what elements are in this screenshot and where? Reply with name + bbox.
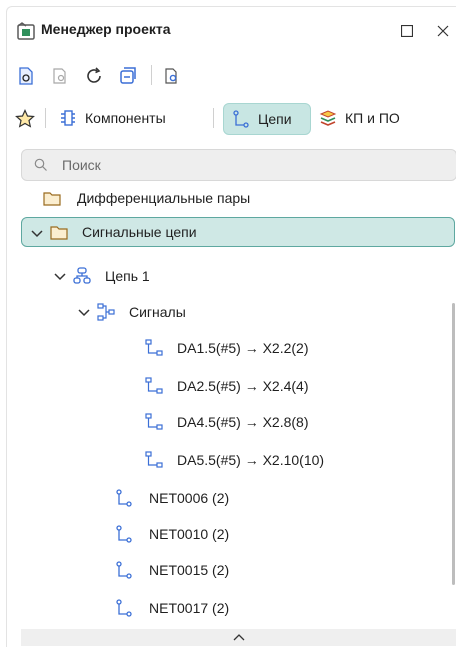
tree-item-label: NET0006 (2) <box>149 490 230 506</box>
tab-label: Компоненты <box>85 110 166 126</box>
tree-item-signal[interactable]: DA1.5(#5) → X2.2(2) <box>21 333 455 363</box>
tree-item-signal[interactable]: DA5.5(#5) → X2.10(10) <box>21 445 455 475</box>
tab-pads-vias[interactable]: КП и ПО <box>319 103 400 133</box>
chevron-down-icon[interactable] <box>28 224 46 242</box>
tree-item-label: DA4.5(#5) → X2.8(8) <box>177 414 309 430</box>
tab-divider <box>213 108 214 128</box>
star-icon[interactable] <box>15 109 35 129</box>
tree-item-label: DA5.5(#5) → X2.10(10) <box>177 452 325 468</box>
component-icon <box>61 110 75 126</box>
net-line-icon <box>116 525 132 543</box>
search-input[interactable]: Поиск <box>21 149 456 181</box>
tree-item-label: NET0017 (2) <box>149 600 230 616</box>
connection-icon <box>145 451 163 468</box>
tree-item-label: DA2.5(#5) → X2.4(4) <box>177 378 309 394</box>
tree-item-diff-pairs[interactable]: Дифференциальные пары <box>21 183 455 213</box>
toolbar <box>7 59 456 91</box>
net-line-icon <box>116 561 132 579</box>
chevron-down-icon[interactable] <box>51 267 69 285</box>
scroll-up-bar[interactable] <box>21 629 456 646</box>
tree-item-signal[interactable]: DA4.5(#5) → X2.8(8) <box>21 407 455 437</box>
find-icon[interactable] <box>163 67 181 85</box>
net-icon <box>233 110 249 128</box>
tree-item-chain-1[interactable]: Цепь 1 <box>21 261 455 291</box>
tree-item-label: Сигналы <box>129 304 186 320</box>
connection-icon <box>145 339 163 356</box>
search-placeholder: Поиск <box>62 157 101 173</box>
tree-item-signal[interactable]: DA2.5(#5) → X2.4(4) <box>21 371 455 401</box>
scroll-up-icon <box>233 634 245 641</box>
connection-icon <box>145 377 163 394</box>
tree-item-label: NET0015 (2) <box>149 562 230 578</box>
search-doc-icon[interactable] <box>51 67 69 85</box>
close-button[interactable] <box>431 19 455 43</box>
tree-item-label: Цепь 1 <box>105 268 150 284</box>
project-manager-icon <box>17 22 35 40</box>
net-line-icon <box>116 599 132 617</box>
toolbar-divider <box>151 65 152 85</box>
signals-icon <box>97 303 115 321</box>
tree-item-label: Сигнальные цепи <box>82 224 197 240</box>
vertical-scrollbar[interactable] <box>452 303 455 585</box>
project-manager-panel: Менеджер проекта Компоненты Цепи КП и ПО… <box>6 6 456 647</box>
collapse-icon[interactable] <box>119 67 137 85</box>
tab-label: Цепи <box>258 111 292 127</box>
tab-components[interactable]: Компоненты <box>59 103 166 133</box>
net-line-icon <box>116 489 132 507</box>
document-view-icon[interactable] <box>17 67 35 85</box>
restore-icon <box>401 25 413 37</box>
tree-item-label: NET0010 (2) <box>149 526 230 542</box>
tree-item-net[interactable]: NET0006 (2) <box>21 483 455 513</box>
refresh-icon[interactable] <box>85 67 103 85</box>
restore-button[interactable] <box>395 19 419 43</box>
tree-item-label: DA1.5(#5) → X2.2(2) <box>177 340 309 356</box>
folder-icon <box>50 226 68 240</box>
tree-item-label: Дифференциальные пары <box>77 190 251 206</box>
tab-divider <box>45 108 46 128</box>
close-icon <box>437 25 449 37</box>
tree-item-net[interactable]: NET0017 (2) <box>21 593 455 623</box>
tab-nets[interactable]: Цепи <box>223 103 311 135</box>
chain-icon <box>73 267 91 284</box>
tab-bar: Компоненты Цепи КП и ПО <box>7 101 456 137</box>
title-bar: Менеджер проекта <box>7 7 456 53</box>
tree-item-signals[interactable]: Сигналы <box>21 297 455 327</box>
tree-item-signal-nets[interactable]: Сигнальные цепи <box>21 217 455 247</box>
folder-icon <box>43 192 61 206</box>
layers-icon <box>319 110 337 126</box>
tree-item-net[interactable]: NET0015 (2) <box>21 555 455 585</box>
connection-icon <box>145 413 163 430</box>
tab-label: КП и ПО <box>345 110 400 126</box>
tree-item-net[interactable]: NET0010 (2) <box>21 519 455 549</box>
panel-title: Менеджер проекта <box>41 21 171 37</box>
search-icon <box>34 158 47 171</box>
chevron-down-icon[interactable] <box>75 303 93 321</box>
